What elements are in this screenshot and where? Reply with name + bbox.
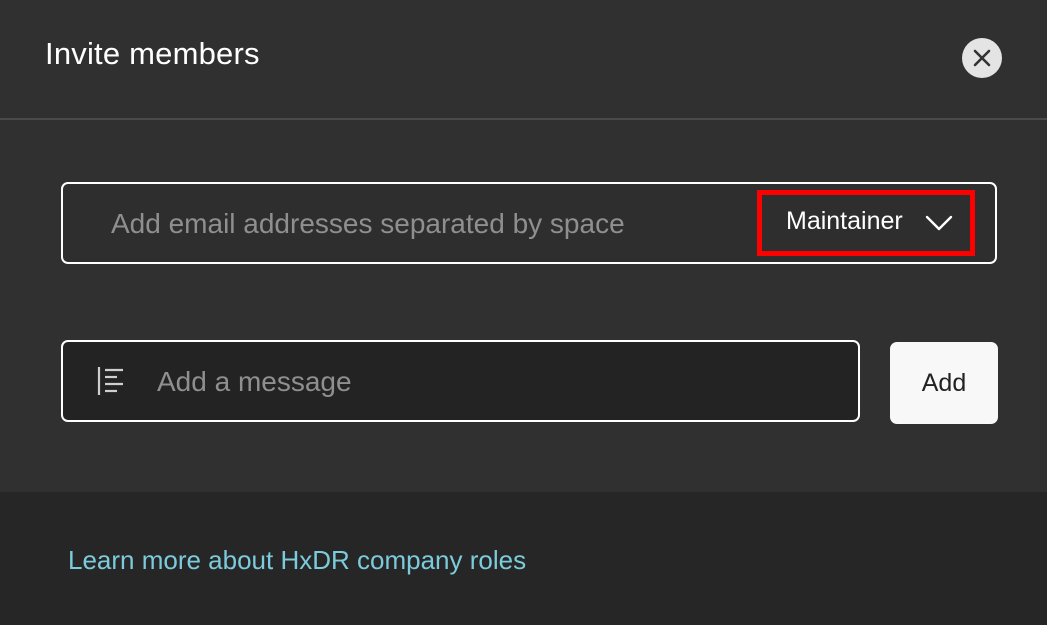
invite-members-dialog: Invite members Maintainer	[0, 0, 1047, 625]
message-field-container	[61, 340, 860, 422]
chevron-down-icon	[925, 215, 953, 231]
message-input[interactable]	[155, 358, 839, 406]
role-selected-value: Maintainer	[786, 207, 903, 235]
email-input[interactable]	[109, 200, 733, 248]
dialog-title: Invite members	[45, 36, 260, 71]
dialog-header: Invite members	[0, 0, 1047, 120]
dialog-body: Maintainer Add	[0, 120, 1047, 492]
close-button[interactable]	[962, 38, 1002, 78]
learn-more-link[interactable]: Learn more about HxDR company roles	[68, 545, 526, 576]
role-dropdown[interactable]: Maintainer	[757, 190, 975, 256]
add-button[interactable]: Add	[890, 342, 998, 424]
email-field-container: Maintainer	[61, 182, 997, 264]
dialog-footer: Learn more about HxDR company roles	[0, 492, 1047, 625]
close-icon	[973, 49, 991, 67]
text-align-icon	[97, 367, 123, 395]
